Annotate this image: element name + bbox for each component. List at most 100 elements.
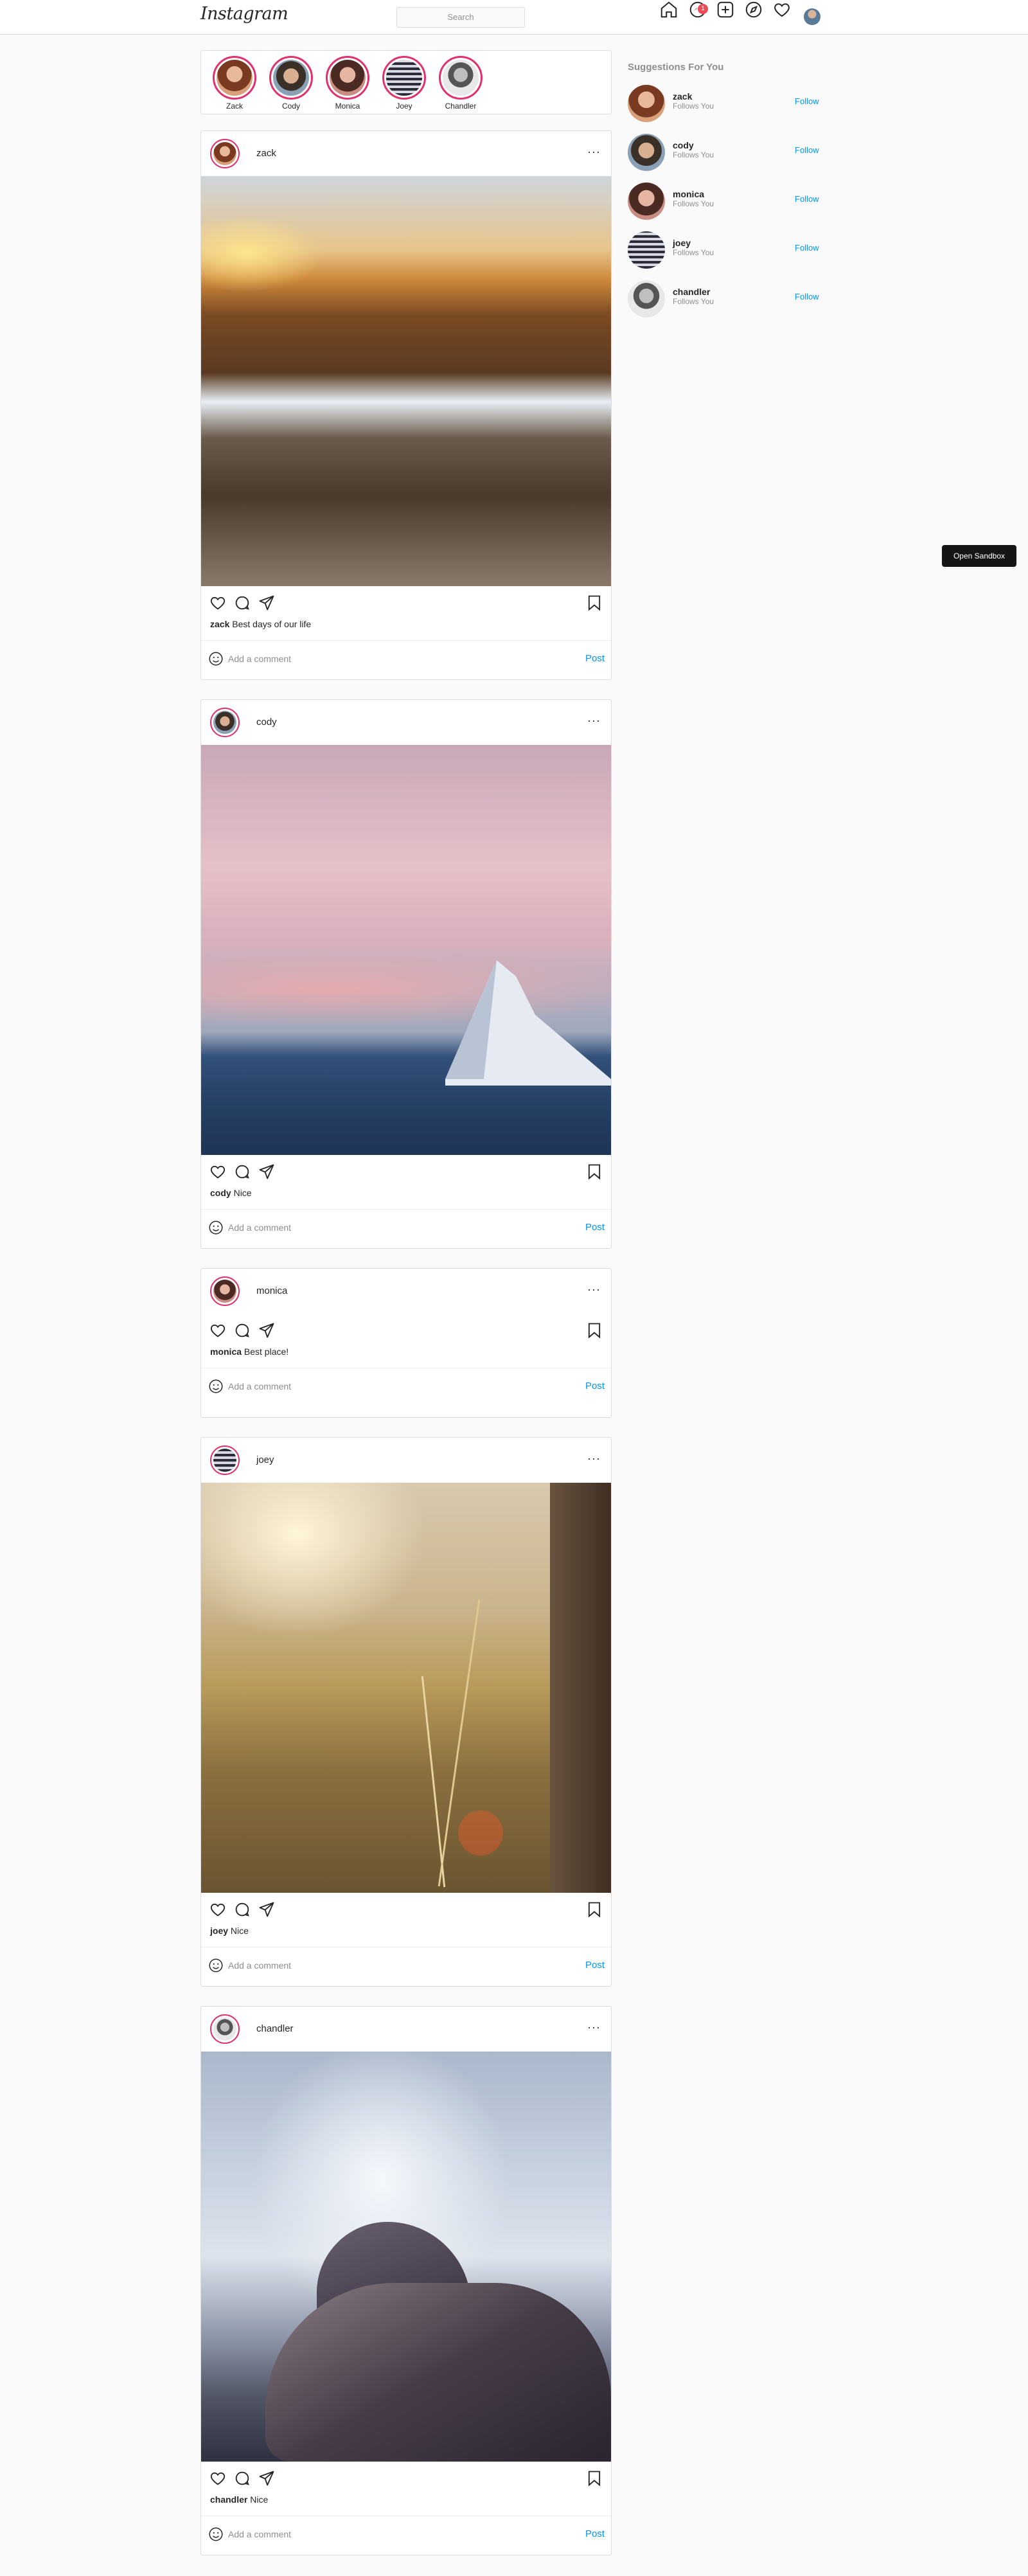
caption-username[interactable]: cody: [210, 1188, 231, 1198]
caption-text: Best days of our life: [232, 619, 312, 629]
share-icon[interactable]: [258, 1321, 276, 1339]
avatar: [213, 1449, 236, 1472]
avatar[interactable]: [628, 183, 665, 220]
caption-text: Best place!: [244, 1346, 289, 1357]
bookmark-icon[interactable]: [585, 1163, 603, 1181]
like-heart-icon[interactable]: [209, 2469, 227, 2487]
comment-box: Add a comment Post: [201, 1368, 611, 1405]
avatar: [213, 2017, 236, 2041]
comment-icon[interactable]: [233, 1901, 251, 1919]
share-icon[interactable]: [258, 1901, 276, 1919]
caption-username[interactable]: monica: [210, 1346, 242, 1357]
instagram-logo[interactable]: Instagram: [200, 4, 288, 24]
bookmark-icon[interactable]: [585, 2469, 603, 2487]
caption-username[interactable]: zack: [210, 619, 229, 629]
suggestion-name[interactable]: cody: [673, 140, 694, 150]
share-icon[interactable]: [258, 1163, 276, 1181]
share-icon[interactable]: [258, 594, 276, 612]
bookmark-icon[interactable]: [585, 1901, 603, 1919]
avatar[interactable]: [628, 85, 665, 122]
comment-icon[interactable]: [233, 1321, 251, 1339]
suggestion-name[interactable]: chandler: [673, 287, 710, 297]
comment-input[interactable]: Add a comment: [228, 1222, 291, 1233]
post-comment-button[interactable]: Post: [585, 1381, 605, 1391]
avatar[interactable]: [628, 280, 665, 318]
post-avatar-ring[interactable]: [210, 708, 240, 737]
suggestion-item: zack Follows You Follow: [628, 85, 820, 123]
post-avatar-ring[interactable]: [210, 139, 240, 168]
post-comment-button[interactable]: Post: [585, 1222, 605, 1233]
more-options-icon[interactable]: ···: [587, 2021, 601, 2034]
like-heart-icon[interactable]: [209, 1163, 227, 1181]
post-username[interactable]: joey: [256, 1454, 274, 1465]
bookmark-icon[interactable]: [585, 594, 603, 612]
open-sandbox-button[interactable]: Open Sandbox: [942, 545, 1016, 567]
more-options-icon[interactable]: ···: [587, 1452, 601, 1465]
story-zack[interactable]: Zack: [209, 56, 260, 112]
post-header: chandler ···: [201, 2007, 611, 2052]
comment-input[interactable]: Add a comment: [228, 2529, 291, 2539]
like-heart-icon[interactable]: [209, 1321, 227, 1339]
comment-icon[interactable]: [233, 2469, 251, 2487]
post-comment-button[interactable]: Post: [585, 1960, 605, 1971]
like-heart-icon[interactable]: [209, 1901, 227, 1919]
emoji-smile-icon[interactable]: [208, 1378, 224, 1395]
more-options-icon[interactable]: ···: [587, 714, 601, 728]
post-actions: [201, 2462, 611, 2492]
post-image[interactable]: [201, 745, 611, 1155]
story-cody[interactable]: Cody: [265, 56, 317, 112]
post-username[interactable]: chandler: [256, 2023, 294, 2034]
post-username[interactable]: cody: [256, 717, 277, 728]
suggestion-name[interactable]: joey: [673, 238, 691, 248]
avatar[interactable]: [628, 231, 665, 269]
story-chandler[interactable]: Chandler: [435, 56, 486, 112]
comment-input[interactable]: Add a comment: [228, 1381, 291, 1391]
post-image[interactable]: [201, 1483, 611, 1893]
avatar[interactable]: [628, 134, 665, 171]
suggestion-name[interactable]: monica: [673, 189, 704, 199]
activity-heart-icon[interactable]: [772, 0, 792, 19]
follow-button[interactable]: Follow: [795, 292, 819, 301]
story-ring: [269, 56, 313, 100]
more-options-icon[interactable]: ···: [587, 145, 601, 159]
search-input[interactable]: Search: [396, 7, 525, 28]
share-icon[interactable]: [258, 2469, 276, 2487]
comment-input[interactable]: Add a comment: [228, 1960, 291, 1971]
story-ring: [213, 56, 256, 100]
follow-button[interactable]: Follow: [795, 194, 819, 204]
explore-icon[interactable]: [744, 0, 763, 19]
post-image[interactable]: [201, 176, 611, 586]
post-actions: [201, 1893, 611, 1924]
story-ring: [326, 56, 369, 100]
post-avatar-ring[interactable]: [210, 1276, 240, 1306]
like-heart-icon[interactable]: [209, 594, 227, 612]
profile-avatar[interactable]: [804, 8, 820, 25]
bookmark-icon[interactable]: [585, 1321, 603, 1339]
follow-button[interactable]: Follow: [795, 243, 819, 253]
suggestion-subtitle: Follows You: [673, 102, 714, 111]
post-username[interactable]: monica: [256, 1285, 287, 1296]
story-monica[interactable]: Monica: [322, 56, 373, 112]
comment-input[interactable]: Add a comment: [228, 654, 291, 664]
follow-button[interactable]: Follow: [795, 145, 819, 155]
new-post-icon[interactable]: [716, 0, 735, 19]
caption-username[interactable]: joey: [210, 1926, 228, 1936]
emoji-smile-icon[interactable]: [208, 2526, 224, 2543]
caption-username[interactable]: chandler: [210, 2494, 247, 2505]
comment-icon[interactable]: [233, 594, 251, 612]
story-joey[interactable]: Joey: [378, 56, 430, 112]
post-comment-button[interactable]: Post: [585, 653, 605, 664]
post-avatar-ring[interactable]: [210, 2014, 240, 2044]
comment-icon[interactable]: [233, 1163, 251, 1181]
follow-button[interactable]: Follow: [795, 96, 819, 106]
post-image[interactable]: [201, 2052, 611, 2462]
post-avatar-ring[interactable]: [210, 1445, 240, 1475]
emoji-smile-icon[interactable]: [208, 1219, 224, 1236]
emoji-smile-icon[interactable]: [208, 1957, 224, 1974]
post-comment-button[interactable]: Post: [585, 2528, 605, 2539]
post-username[interactable]: zack: [256, 148, 276, 159]
suggestion-name[interactable]: zack: [673, 91, 692, 102]
home-icon[interactable]: [659, 0, 678, 19]
more-options-icon[interactable]: ···: [587, 1283, 601, 1296]
emoji-smile-icon[interactable]: [208, 650, 224, 667]
